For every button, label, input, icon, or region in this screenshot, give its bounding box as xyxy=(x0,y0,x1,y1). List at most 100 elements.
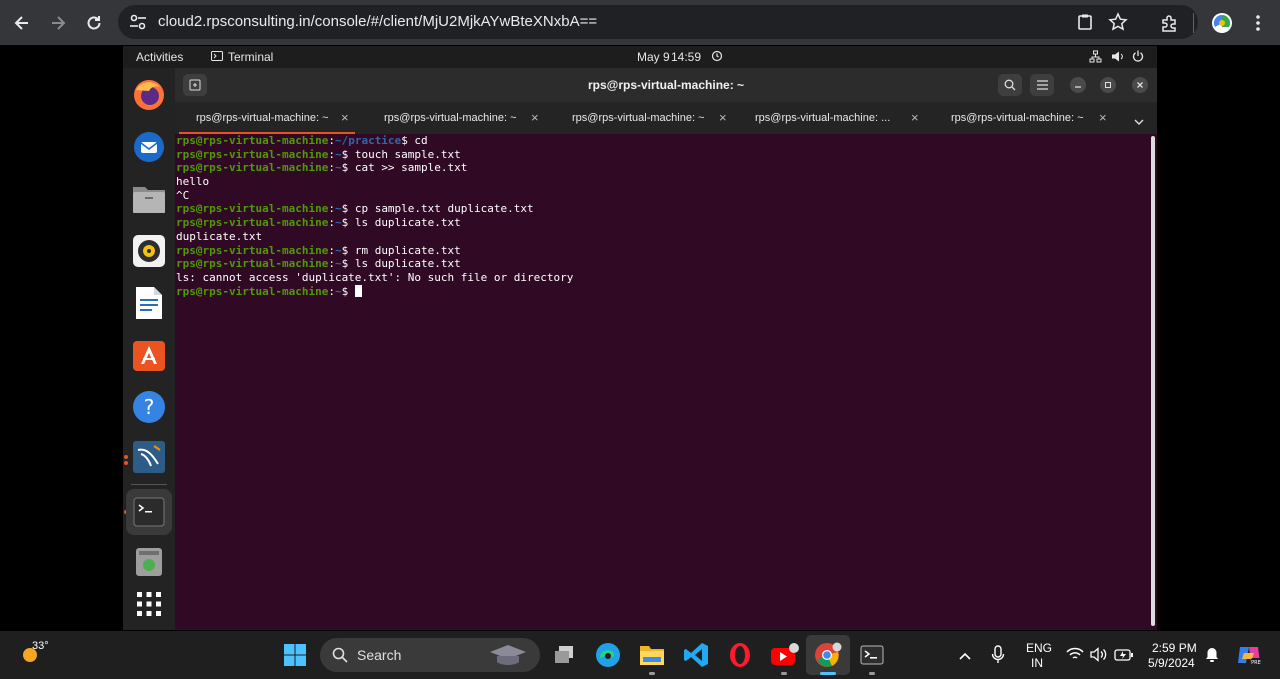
extensions-icon[interactable] xyxy=(1155,9,1183,37)
firefox-icon[interactable] xyxy=(131,77,167,113)
windows-taskbar: 33° Search ENG IN 2:59 PM 5/9/2024 PRE xyxy=(0,631,1280,679)
vscode-icon[interactable] xyxy=(680,639,712,671)
terminal-line: rps@rps-virtual-machine:~$ ls duplicate.… xyxy=(176,216,1145,230)
task-view-icon[interactable] xyxy=(548,639,580,671)
terminal-window[interactable]: rps@rps-virtual-machine: ~ rps@rps-virtu… xyxy=(175,68,1157,630)
clock-date[interactable]: 5/9/2024 xyxy=(1148,656,1195,670)
windows-terminal-icon[interactable] xyxy=(856,639,888,671)
taskbar-search[interactable]: Search xyxy=(320,638,540,672)
output-text: hello xyxy=(176,175,210,189)
command-text: $ cat >> sample.txt xyxy=(341,161,468,175)
terminal-tab[interactable]: rps@rps-virtual-machine: ~ × xyxy=(928,102,1120,134)
language-code[interactable]: ENG xyxy=(1026,641,1052,655)
command-text: $ touch sample.txt xyxy=(341,147,461,161)
terminal-line: rps@rps-virtual-machine:~$ touch sample.… xyxy=(176,148,1145,162)
prompt-path: ~ xyxy=(334,161,342,175)
show-applications-icon[interactable] xyxy=(131,586,167,622)
power-icon[interactable] xyxy=(1132,50,1144,65)
app-menu-label[interactable]: Terminal xyxy=(228,50,273,64)
mysql-workbench-icon[interactable] xyxy=(131,439,167,475)
close-tab-icon[interactable]: × xyxy=(341,110,349,125)
volume-icon[interactable] xyxy=(1111,50,1125,66)
prompt-separator: : xyxy=(328,284,335,298)
dock-separator xyxy=(131,484,167,485)
app-center-icon[interactable] xyxy=(131,337,167,373)
close-tab-icon[interactable]: × xyxy=(911,110,919,125)
time-label[interactable]: 14:59 xyxy=(671,50,701,64)
terminal-cursor xyxy=(354,284,362,297)
bookmark-star-icon[interactable] xyxy=(1108,12,1128,37)
copilot-icon[interactable]: PRE xyxy=(1236,643,1262,672)
search-button[interactable] xyxy=(998,74,1022,96)
output-text: ^C xyxy=(176,188,190,202)
terminal-tab[interactable]: rps@rps-virtual-machine: ~ × xyxy=(175,102,360,134)
terminal-tab[interactable]: rps@rps-virtual-machine: ... × xyxy=(736,102,928,134)
close-tab-icon[interactable]: × xyxy=(1099,110,1107,125)
wifi-icon[interactable] xyxy=(1066,647,1084,666)
running-indicator xyxy=(781,672,787,675)
site-info-icon[interactable] xyxy=(129,14,147,30)
rhythmbox-icon[interactable] xyxy=(131,233,167,269)
opera-icon[interactable] xyxy=(724,639,756,671)
terminal-output[interactable]: rps@rps-virtual-machine:~/practice$ cd rp… xyxy=(175,134,1145,630)
microphone-icon[interactable] xyxy=(991,645,1005,670)
maximize-button[interactable] xyxy=(1100,77,1116,93)
terminal-icon[interactable] xyxy=(131,494,167,530)
tab-overflow-chevron-icon[interactable] xyxy=(1134,113,1144,131)
hamburger-menu-button[interactable] xyxy=(1030,74,1054,96)
back-icon[interactable] xyxy=(8,9,36,37)
files-icon[interactable] xyxy=(131,181,167,217)
chevron-up-icon[interactable] xyxy=(958,648,972,666)
forward-icon[interactable] xyxy=(44,9,72,37)
address-bar[interactable]: cloud2.rpsconsulting.in/console/#/client… xyxy=(118,5,1198,39)
alarm-icon xyxy=(711,49,723,65)
profile-avatar[interactable] xyxy=(1208,9,1236,37)
prompt-separator: : xyxy=(328,243,335,257)
battery-icon[interactable] xyxy=(1114,648,1134,666)
youtube-icon[interactable] xyxy=(769,639,801,671)
remote-desktop[interactable]: Activities Terminal May 9 14:59 ? rps@rp… xyxy=(123,46,1157,630)
prompt-user: rps@rps-virtual-machine xyxy=(176,284,329,298)
network-icon[interactable] xyxy=(1089,50,1102,66)
terminal-tab[interactable]: rps@rps-virtual-machine: ~ × xyxy=(548,102,736,134)
terminal-tab[interactable]: rps@rps-virtual-machine: ~ × xyxy=(360,102,548,134)
more-menu-icon[interactable] xyxy=(1244,9,1272,37)
output-text: ls: cannot access 'duplicate.txt': No su… xyxy=(176,270,574,284)
close-tab-icon[interactable]: × xyxy=(531,110,539,125)
language-region[interactable]: IN xyxy=(1031,656,1043,670)
prompt-separator: : xyxy=(328,257,335,271)
command-text: $ rm duplicate.txt xyxy=(341,243,461,257)
thunderbird-icon[interactable] xyxy=(131,129,167,165)
terminal-headerbar: rps@rps-virtual-machine: ~ xyxy=(175,68,1157,102)
trash-icon[interactable] xyxy=(131,544,167,580)
close-button[interactable] xyxy=(1132,77,1148,93)
output-text: duplicate.txt xyxy=(176,229,263,243)
edge-icon[interactable] xyxy=(592,639,624,671)
file-explorer-icon[interactable] xyxy=(636,639,668,671)
terminal-line: ^C xyxy=(176,189,1145,203)
clock-time[interactable]: 2:59 PM xyxy=(1152,641,1197,655)
notification-bell-icon[interactable] xyxy=(1205,647,1219,668)
gnome-top-bar: Activities Terminal May 9 14:59 xyxy=(123,46,1157,68)
running-indicator xyxy=(124,461,128,465)
svg-text:?: ? xyxy=(144,395,155,419)
minimize-button[interactable] xyxy=(1070,77,1086,93)
windows-start-icon[interactable] xyxy=(279,639,311,671)
libreoffice-writer-icon[interactable] xyxy=(131,285,167,321)
terminal-scrollbar[interactable] xyxy=(1151,136,1155,626)
prompt-separator: : xyxy=(328,134,335,147)
close-tab-icon[interactable]: × xyxy=(719,110,727,125)
chrome-icon[interactable] xyxy=(812,639,844,671)
command-text: $ ls duplicate.txt xyxy=(341,216,461,230)
speaker-icon[interactable] xyxy=(1090,647,1108,667)
terminal-line: rps@rps-virtual-machine:~/practice$ cd xyxy=(176,134,1145,148)
prompt-path: ~ xyxy=(334,202,342,216)
reload-icon[interactable] xyxy=(80,9,108,37)
prompt-user: rps@rps-virtual-machine xyxy=(176,147,329,161)
clipboard-icon[interactable] xyxy=(1076,13,1094,36)
prompt-path: ~ xyxy=(334,284,342,298)
help-icon[interactable]: ? xyxy=(131,389,167,425)
activities-button[interactable]: Activities xyxy=(136,50,183,64)
date-label[interactable]: May 9 xyxy=(637,50,670,64)
tab-label: rps@rps-virtual-machine: ~ xyxy=(951,112,1084,124)
